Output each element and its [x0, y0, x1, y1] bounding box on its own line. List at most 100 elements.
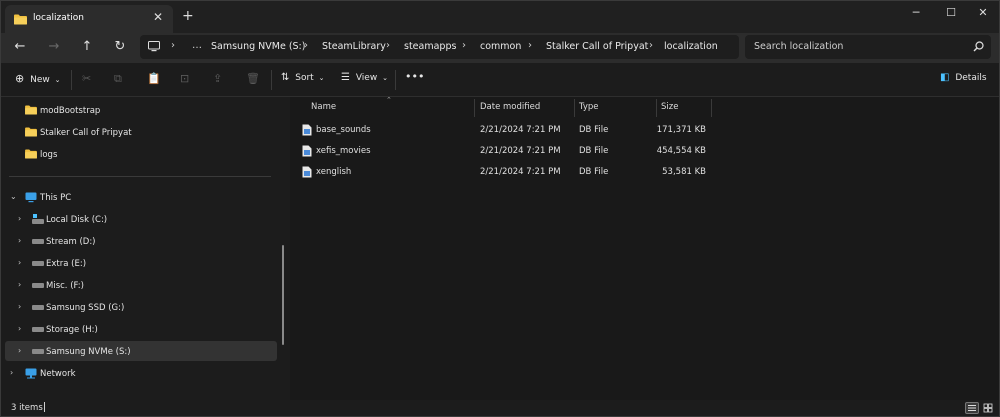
sidebar-item-extra-e[interactable]: › Extra (E:)	[5, 253, 277, 273]
chevron-right-icon[interactable]: ›	[18, 280, 21, 289]
details-view-icon	[968, 405, 976, 411]
column-header-size[interactable]: Size	[661, 102, 678, 112]
sidebar-item-stream-d[interactable]: › Stream (D:)	[5, 231, 277, 251]
toolbar-divider	[271, 70, 272, 90]
forward-arrow-icon[interactable]: →	[45, 39, 63, 57]
column-divider[interactable]	[574, 99, 575, 117]
chevron-right-icon[interactable]: ›	[18, 258, 21, 267]
chevron-down-icon[interactable]: ⌄	[10, 192, 17, 201]
sidebar-item-storage-h[interactable]: › Storage (H:)	[5, 319, 277, 339]
paste-icon[interactable]: 📋	[147, 72, 161, 88]
sidebar-item-label: modBootstrap	[40, 106, 101, 116]
tiles-view-button[interactable]	[982, 402, 996, 414]
back-arrow-icon[interactable]: ←	[11, 39, 29, 57]
sidebar-item-local-disk-c[interactable]: › Local Disk (C:)	[5, 209, 277, 229]
sidebar-item-misc-f[interactable]: › Misc. (F:)	[5, 275, 277, 295]
drive-icon	[32, 283, 44, 288]
crumb-localization[interactable]: localization	[664, 41, 718, 52]
crumb-common[interactable]: common	[480, 41, 521, 52]
close-tab-icon[interactable]: ✕	[153, 10, 163, 24]
new-tab-icon[interactable]: +	[182, 8, 194, 24]
tab-title: localization	[33, 13, 84, 23]
chevron-right-icon[interactable]: ›	[18, 236, 21, 245]
crumb-steamapps[interactable]: steamapps	[404, 41, 456, 52]
plus-circle-icon: ⊕	[15, 72, 25, 85]
new-button[interactable]: ⊕ New ⌄	[15, 72, 60, 88]
search-icon[interactable]	[973, 41, 984, 52]
sidebar-divider	[9, 176, 271, 177]
status-bar: 3 items	[1, 400, 999, 416]
rename-icon[interactable]: ⊡	[180, 72, 189, 88]
command-bar: ⊕ New ⌄ ✂ ⧉ 📋 ⊡ ⇪ 🗑 ⇅ Sort ⌄ ☰ View ⌄ ••…	[1, 63, 999, 97]
sidebar-item-modbootstrap[interactable]: modBootstrap	[5, 100, 277, 120]
share-icon[interactable]: ⇪	[213, 72, 222, 88]
crumb-steamlibrary[interactable]: SteamLibrary	[322, 41, 386, 52]
toolbar-divider	[71, 70, 72, 90]
chevron-right-icon[interactable]: ›	[18, 214, 21, 223]
sidebar-item-label: Samsung NVMe (S:)	[46, 347, 131, 357]
tab-localization[interactable]: localization ✕	[5, 5, 173, 33]
chevron-right-icon[interactable]: ›	[649, 40, 653, 51]
more-options-icon[interactable]: •••	[405, 70, 424, 86]
chevron-right-icon[interactable]: ›	[462, 40, 466, 51]
column-header-date[interactable]: Date modified	[480, 102, 540, 112]
column-divider[interactable]	[474, 99, 475, 117]
sidebar-item-label: Stalker Call of Pripyat	[40, 128, 132, 138]
file-row[interactable]: xenglish 2/21/2024 7:21 PM DB File 53,58…	[298, 162, 714, 182]
view-button[interactable]: ☰ View ⌄	[341, 72, 388, 88]
search-box[interactable]: Search localization	[745, 35, 991, 59]
chevron-right-icon[interactable]: ›	[386, 40, 390, 51]
file-name: xenglish	[316, 167, 352, 177]
file-row[interactable]: xefis_movies 2/21/2024 7:21 PM DB File 4…	[298, 141, 714, 161]
sidebar-item-network[interactable]: › Network	[5, 363, 277, 383]
chevron-right-icon[interactable]: ›	[18, 324, 21, 333]
sidebar-item-label: Network	[40, 369, 76, 379]
file-row[interactable]: base_sounds 2/21/2024 7:21 PM DB File 17…	[298, 120, 714, 140]
cut-icon[interactable]: ✂	[82, 72, 91, 88]
folder-icon	[25, 105, 37, 115]
navigation-pane: modBootstrap Stalker Call of Pripyat log…	[1, 97, 284, 400]
chevron-right-icon[interactable]: ›	[18, 302, 21, 311]
view-icon: ☰	[341, 72, 350, 83]
delete-icon[interactable]: 🗑	[246, 72, 260, 88]
sidebar-item-this-pc[interactable]: ⌄ This PC	[5, 187, 277, 207]
chevron-right-icon[interactable]: ›	[304, 40, 308, 51]
overflow-icon[interactable]: …	[192, 40, 202, 51]
db-file-icon	[302, 124, 312, 136]
crumb-stalker[interactable]: Stalker Call of Pripyat	[546, 41, 648, 52]
chevron-right-icon[interactable]: ›	[528, 40, 532, 51]
sidebar-item-samsung-nvme-s[interactable]: › Samsung NVMe (S:)	[5, 341, 277, 361]
sidebar-item-label: Extra (E:)	[46, 259, 87, 269]
column-header-type[interactable]: Type	[579, 102, 599, 112]
sidebar-scrollbar[interactable]	[282, 245, 284, 345]
sidebar-item-logs[interactable]: logs	[5, 144, 277, 164]
sort-button[interactable]: ⇅ Sort ⌄	[281, 72, 324, 88]
column-divider[interactable]	[656, 99, 657, 117]
up-arrow-icon[interactable]: ↑	[78, 39, 96, 57]
view-button-label: View	[355, 73, 378, 83]
maximize-icon[interactable]: ☐	[941, 6, 961, 20]
search-input[interactable]: Search localization	[754, 41, 843, 52]
minimize-icon[interactable]: ─	[906, 6, 926, 20]
copy-icon[interactable]: ⧉	[114, 72, 122, 88]
file-type: DB File	[579, 167, 609, 177]
refresh-icon[interactable]: ↻	[111, 39, 129, 57]
close-window-icon[interactable]: ✕	[973, 6, 993, 20]
file-explorer-window: localization ✕ + ─ ☐ ✕ ← → ↑ ↻ › … Samsu…	[0, 0, 1000, 417]
computer-icon	[25, 192, 37, 203]
file-name: base_sounds	[316, 125, 371, 135]
file-size: 171,371 KB	[656, 125, 706, 135]
sidebar-item-stalker[interactable]: Stalker Call of Pripyat	[5, 122, 277, 142]
details-button[interactable]: ◧ Details	[940, 72, 987, 88]
column-divider[interactable]	[711, 99, 712, 117]
chevron-right-icon[interactable]: ›	[171, 40, 175, 51]
details-view-button[interactable]	[965, 402, 979, 414]
details-button-label: Details	[955, 73, 987, 83]
drive-icon	[32, 239, 44, 244]
crumb-drive[interactable]: Samsung NVMe (S:)	[211, 41, 305, 52]
chevron-right-icon[interactable]: ›	[18, 346, 21, 355]
column-header-name[interactable]: Name	[311, 102, 336, 112]
sidebar-item-samsung-ssd-g[interactable]: › Samsung SSD (G:)	[5, 297, 277, 317]
address-bar[interactable]: › … Samsung NVMe (S:) › SteamLibrary › s…	[140, 35, 739, 59]
chevron-right-icon[interactable]: ›	[10, 368, 13, 377]
